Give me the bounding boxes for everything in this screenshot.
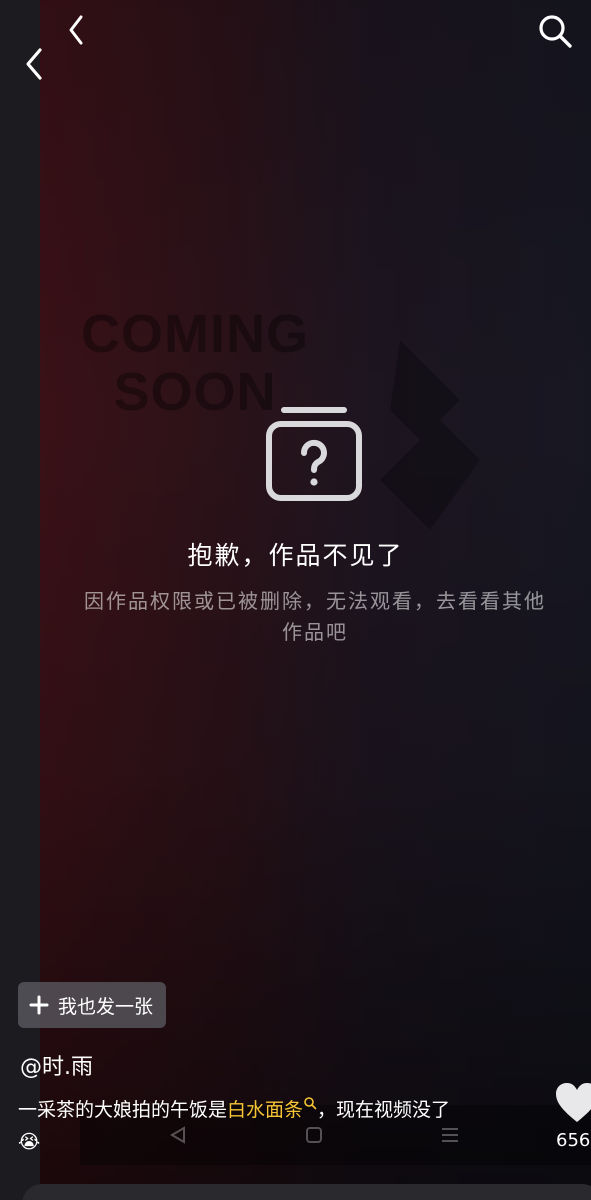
caption-text-suffix: ，现在视频没了 xyxy=(317,1099,451,1121)
comment-input-bar[interactable] xyxy=(22,1184,591,1200)
empty-state-subtitle: 因作品权限或已被删除，无法观看，去看看其他作品吧 xyxy=(84,589,546,644)
question-card-icon xyxy=(266,407,362,501)
search-tag-icon xyxy=(304,1097,317,1110)
caption-tag-link[interactable]: 白水面条 xyxy=(227,1099,303,1121)
author-handle[interactable]: @时.雨 xyxy=(20,1052,93,1084)
post-one-label: 我也发一张 xyxy=(58,995,154,1018)
caption-emoji: 😭 xyxy=(18,1131,41,1153)
post-one-button[interactable]: 我也发一张 xyxy=(18,982,166,1028)
like-control[interactable]: 656 xyxy=(554,1082,591,1151)
search-icon[interactable] xyxy=(534,10,576,52)
watermark-line-1: COMING xyxy=(81,304,309,364)
empty-state-title: 抱歉，作品不见了 xyxy=(187,541,404,570)
heart-icon[interactable] xyxy=(554,1082,591,1124)
caption-text: 一采茶的大娘拍的午饭是 xyxy=(18,1099,228,1121)
video-caption: 一采茶的大娘拍的午饭是白水面条 ，现在视频没了 😭 xyxy=(18,1094,518,1158)
like-count: 656 xyxy=(556,1130,591,1151)
screen: COMING SOON 抱歉，作品不见了 因作品权限或已被删除，无法观看，去看看… xyxy=(0,0,591,1200)
background-logo-shape xyxy=(380,340,480,530)
plus-icon xyxy=(29,995,49,1015)
back-icon[interactable] xyxy=(18,44,54,84)
back-icon[interactable] xyxy=(62,12,92,48)
